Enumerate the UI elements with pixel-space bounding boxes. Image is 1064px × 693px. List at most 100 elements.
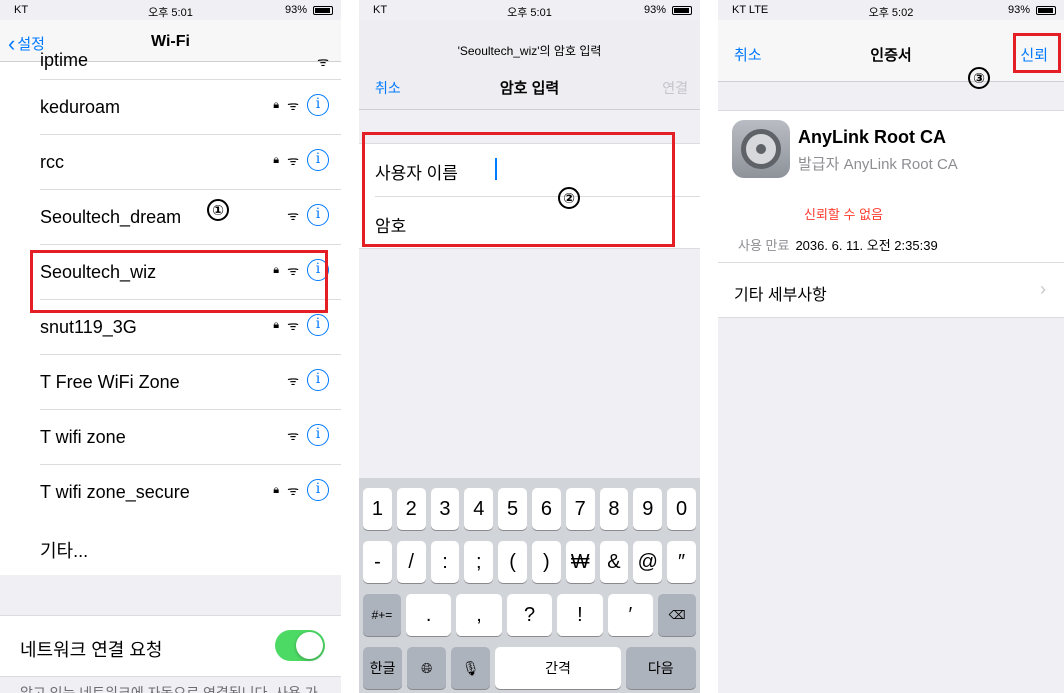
info-icon[interactable]: i: [307, 314, 329, 336]
ask-to-join-toggle[interactable]: [275, 630, 325, 661]
key-row1-4[interactable]: 5: [498, 488, 527, 530]
lock-icon: 🔒︎: [273, 98, 280, 111]
key-row3-4[interactable]: !: [557, 594, 603, 636]
key-row2-4[interactable]: (: [498, 541, 527, 583]
keyboard: 1234567890 - /:;() ₩ & @ ″ #+=.,?! ′ ⌫ 한글 🌐︎ 🎙︎ 간격…: [359, 478, 700, 693]
password-entry-screen: 'Seoultech_wiz'의 암호 입력 취소 암호 입력 연결 KT 오후…: [359, 0, 700, 693]
network-name: T Free WiFi Zone: [40, 372, 180, 392]
wifi-signal-icon: ᯤ: [317, 54, 329, 69]
key-row3-0[interactable]: #+=: [363, 594, 401, 636]
status-bar: KT 오후 5:01 93%: [0, 0, 341, 20]
key-row1-1[interactable]: 2: [396, 488, 426, 530]
key-row2-8[interactable]: @: [633, 541, 663, 583]
wifi-network-row[interactable]: T Free WiFi Zone ᯤ i: [40, 355, 341, 410]
wifi-signal-icon: ᯤ: [287, 318, 299, 333]
battery-percent: 93%: [1007, 4, 1030, 16]
key-row4-0[interactable]: 한글: [363, 647, 403, 689]
key-row1-2[interactable]: 3: [430, 488, 460, 530]
key-row2-3[interactable]: ;: [464, 541, 494, 583]
key-row4-4[interactable]: 다음: [625, 647, 696, 689]
ask-to-join-label: 네트워크 연결 요청: [20, 640, 163, 660]
key-row1-0[interactable]: 1: [363, 488, 392, 530]
lock-icon: 🔒︎: [273, 153, 280, 166]
lock-icon: 🔒︎: [273, 318, 280, 331]
status-bar: KT LTE 오후 5:02 93%: [718, 0, 1064, 20]
more-details-label: 기타 세부사항: [734, 287, 827, 304]
highlight-box-trust: [1013, 33, 1061, 73]
wifi-signal-icon: ᯤ: [287, 208, 299, 223]
key-mic-icon[interactable]: 🎙︎: [451, 647, 491, 689]
certificate-name: AnyLink Root CA: [798, 127, 946, 147]
info-icon[interactable]: i: [307, 204, 329, 226]
trust-status: 신뢰할 수 없음: [804, 207, 883, 222]
key-row3-3[interactable]: ?: [506, 594, 553, 636]
ask-to-join-footnote: 알고 있는 네트워크에 자동으로 연결됩니다. 사용 가: [20, 685, 318, 693]
key-row2-0[interactable]: -: [363, 541, 392, 583]
highlight-box-selected-network: [30, 250, 328, 313]
key-row2-5[interactable]: ): [531, 541, 561, 583]
network-name: T wifi zone_secure: [40, 482, 190, 502]
certificate-issuer: 발급자 AnyLink Root CA: [798, 156, 958, 173]
key-row2-6[interactable]: ₩: [565, 541, 595, 583]
settings-gear-icon: [732, 120, 790, 178]
key-row1-6[interactable]: 7: [565, 488, 595, 530]
wifi-signal-icon: ᯤ: [287, 428, 299, 443]
highlight-box-credentials: [362, 132, 675, 247]
ask-to-join-row: 네트워크 연결 요청: [0, 615, 341, 677]
info-icon[interactable]: i: [307, 424, 329, 446]
lock-icon: 🔒︎: [273, 483, 280, 496]
network-name: rcc: [40, 152, 64, 172]
page-title: 암호 입력: [499, 80, 560, 97]
key-row1-8[interactable]: 9: [633, 488, 663, 530]
status-bar: KT 오후 5:01 93%: [359, 0, 700, 20]
chevron-right-icon: ›: [1040, 279, 1046, 299]
key-row4-3[interactable]: 간격: [495, 647, 621, 689]
key-row2-7[interactable]: &: [599, 541, 629, 583]
battery-percent: 93%: [643, 4, 666, 16]
expiry-label: 사용 만료: [738, 238, 790, 253]
key-row2-9[interactable]: ″: [667, 541, 696, 583]
info-icon[interactable]: i: [307, 479, 329, 501]
wifi-network-row[interactable]: rcc 🔒︎ ᯤ i: [40, 135, 341, 190]
battery-icon: [313, 6, 333, 15]
battery-icon: [672, 6, 692, 15]
wifi-network-list: iptime ᯤ keduroam 🔒︎ ᯤ i rcc 🔒︎ ᯤ i Seoultech_dr…: [0, 50, 341, 575]
wifi-network-row[interactable]: Seoultech_dream ᯤ i: [40, 190, 341, 245]
certificate-summary: AnyLink Root CA 발급자 AnyLink Root CA 신뢰할 …: [718, 110, 1064, 262]
wifi-network-row[interactable]: keduroam 🔒︎ ᯤ i: [40, 80, 341, 135]
key-row1-9[interactable]: 0: [667, 488, 696, 530]
wifi-signal-icon: ᯤ: [287, 373, 299, 388]
info-icon[interactable]: i: [307, 369, 329, 391]
other-network-row[interactable]: 기타...: [40, 520, 341, 575]
more-details-row[interactable]: 기타 세부사항 ›: [718, 262, 1064, 318]
wifi-settings-screen: KT 오후 5:01 93% ‹ 설정 Wi-Fi iptime ᯤ kedur…: [0, 0, 341, 693]
wifi-signal-icon: ᯤ: [287, 483, 299, 498]
info-icon[interactable]: i: [307, 94, 329, 116]
step-marker-2: ②: [558, 187, 580, 209]
step-marker-3: ③: [968, 67, 990, 89]
key-row3-5[interactable]: ′: [607, 594, 654, 636]
other-network-label: 기타...: [40, 541, 89, 561]
key-row1-5[interactable]: 6: [531, 488, 561, 530]
key-row2-2[interactable]: :: [430, 541, 460, 583]
key-globe-icon[interactable]: 🌐︎: [407, 647, 447, 689]
step-marker-1: ①: [207, 199, 229, 221]
wifi-network-row[interactable]: T wifi zone_secure 🔒︎ ᯤ i: [40, 465, 341, 520]
network-name: Seoultech_dream: [40, 207, 182, 227]
wifi-network-row[interactable]: iptime ᯤ: [40, 50, 341, 80]
join-button[interactable]: 연결: [662, 78, 688, 98]
key-row1-3[interactable]: 4: [464, 488, 494, 530]
battery-percent: 93%: [284, 4, 307, 16]
expiry-value: 2036. 6. 11. 오전 2:35:39: [795, 238, 938, 253]
key-row3-1[interactable]: .: [405, 594, 452, 636]
network-name: keduroam: [40, 97, 121, 117]
key-row2-1[interactable]: /: [396, 541, 426, 583]
wifi-network-row[interactable]: T wifi zone ᯤ i: [40, 410, 341, 465]
nav-bar: 'Seoultech_wiz'의 암호 입력 취소 암호 입력 연결: [359, 20, 700, 110]
key-row3-6[interactable]: ⌫: [658, 594, 697, 636]
wifi-signal-icon: ᯤ: [287, 98, 299, 113]
key-row3-2[interactable]: ,: [456, 594, 502, 636]
info-icon[interactable]: i: [307, 149, 329, 171]
key-row1-7[interactable]: 8: [599, 488, 629, 530]
certificate-screen: KT LTE 오후 5:02 93% 취소 인증서 신뢰 AnyLink Roo…: [718, 0, 1064, 693]
